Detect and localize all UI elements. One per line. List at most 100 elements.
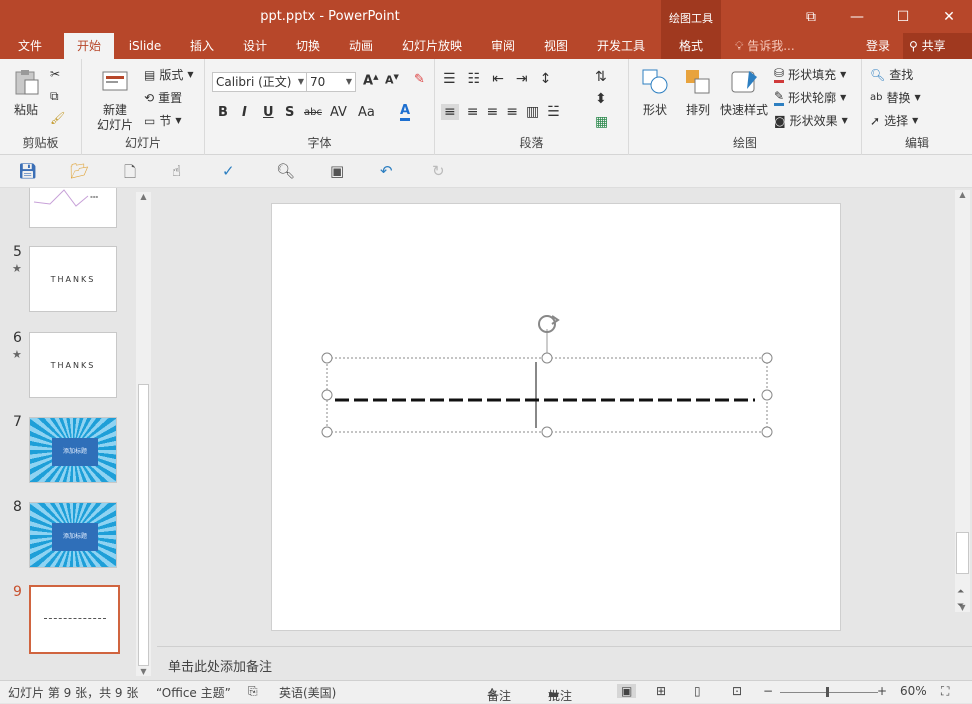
prev-slide-icon[interactable]: ⏶	[957, 586, 964, 598]
tab-developer[interactable]: 开发工具	[588, 33, 654, 59]
editor-scroll-thumb[interactable]	[956, 532, 969, 574]
clear-format-icon[interactable]: ✎	[414, 72, 425, 87]
thumbnail-scrollbar[interactable]: ▲ ▼	[136, 192, 151, 676]
decrease-indent-icon[interactable]: ⇤	[492, 71, 504, 87]
undo-icon[interactable]: ↶	[380, 162, 393, 180]
zoom-out-button[interactable]: −	[763, 684, 773, 698]
reading-view-icon[interactable]: ▯	[694, 684, 701, 698]
shape-outline-button[interactable]: ✎ 形状轮廓 ▼	[774, 89, 846, 106]
copy-button[interactable]: ⧉	[50, 89, 59, 104]
ribbon-display-icon[interactable]: ⧉	[788, 0, 834, 33]
slide-thumbnail-7[interactable]: 添加标题	[29, 417, 117, 483]
tab-transitions[interactable]: 切换	[284, 33, 332, 59]
increase-indent-icon[interactable]: ⇥	[516, 71, 528, 87]
rotate-handle-icon[interactable]	[538, 315, 560, 333]
tab-view[interactable]: 视图	[532, 33, 580, 59]
slide-sorter-icon[interactable]: ⊞	[656, 684, 666, 698]
new-slide-button[interactable]: 新建 幻灯片	[90, 67, 140, 133]
tab-review[interactable]: 审阅	[479, 33, 527, 59]
layout-button[interactable]: ▤ 版式 ▼	[144, 66, 194, 83]
format-painter-button[interactable]: 🖌︎	[50, 111, 65, 125]
scroll-down-icon[interactable]: ▼	[136, 667, 151, 676]
shape-fill-button[interactable]: ⛁ 形状填充 ▼	[774, 66, 846, 83]
align-text-icon[interactable]: ⬍	[595, 91, 607, 107]
strikethrough-icon[interactable]: abc	[304, 107, 322, 118]
maximize-button[interactable]: ☐	[880, 0, 926, 33]
resize-handle[interactable]	[541, 352, 553, 364]
tab-slideshow[interactable]: 幻灯片放映	[393, 33, 471, 59]
tab-home[interactable]: 开始	[64, 33, 114, 59]
current-slide[interactable]	[271, 203, 841, 631]
find-button[interactable]: 🔍︎ 查找	[870, 66, 913, 83]
scroll-up-icon[interactable]: ▲	[136, 192, 151, 201]
fit-to-window-icon[interactable]: ⛶	[941, 684, 949, 699]
redo-icon[interactable]: ↻	[432, 162, 445, 180]
tab-islide[interactable]: iSlide	[120, 33, 170, 59]
close-button[interactable]: ✕	[926, 0, 972, 33]
font-size-select[interactable]: 70 ▼	[306, 72, 356, 92]
numbering-icon[interactable]: ☷	[468, 71, 481, 87]
italic-icon[interactable]: I	[242, 105, 247, 120]
replace-button[interactable]: ab 替换 ▼	[870, 89, 921, 106]
scroll-up-icon[interactable]: ▲	[955, 190, 970, 199]
resize-handle[interactable]	[321, 352, 333, 364]
cut-button[interactable]: ✂	[50, 67, 60, 81]
resize-handle[interactable]	[761, 426, 773, 438]
select-button[interactable]: ➚ 选择 ▼	[870, 112, 918, 129]
thumbnail-scroll-thumb[interactable]	[138, 384, 149, 666]
slide-thumbnail-5[interactable]: THANKS	[29, 246, 117, 312]
touch-mode-icon[interactable]: ☝	[172, 162, 181, 180]
section-button[interactable]: ▭ 节 ▼	[144, 112, 182, 129]
zoom-level[interactable]: 60%	[900, 684, 927, 698]
line-spacing-icon[interactable]: ↕	[540, 71, 552, 87]
resize-handle[interactable]	[541, 426, 553, 438]
new-document-icon[interactable]: 🗋	[124, 162, 136, 187]
normal-view-icon[interactable]: ▣	[617, 684, 637, 698]
text-direction-icon[interactable]: ⇅	[595, 69, 607, 85]
zoom-slider[interactable]	[780, 687, 878, 697]
justify-icon[interactable]: ≡	[506, 104, 518, 120]
shapes-button[interactable]: 形状	[635, 67, 675, 118]
smartart-icon[interactable]: ▦	[595, 114, 608, 130]
align-right-icon[interactable]: ≡	[486, 104, 498, 120]
spelling-icon[interactable]: ✓	[222, 162, 235, 180]
share-button[interactable]: ⚲ 共享	[903, 33, 972, 59]
editor-scrollbar[interactable]: ▲ ▼	[955, 190, 970, 612]
next-slide-icon[interactable]: ⏷	[957, 600, 964, 612]
slideshow-view-icon[interactable]: ⊡	[732, 684, 742, 698]
tab-file[interactable]: 文件	[4, 33, 56, 59]
language-label[interactable]: 英语(美国)	[279, 684, 336, 701]
bullets-icon[interactable]: ☰	[443, 71, 456, 87]
shape-effects-button[interactable]: ◙ 形状效果 ▼	[774, 112, 848, 129]
font-name-select[interactable]: Calibri (正文) ▼	[212, 72, 308, 92]
spell-check-icon[interactable]: ⎘	[248, 684, 258, 699]
tab-insert[interactable]: 插入	[178, 33, 226, 59]
tab-design[interactable]: 设计	[231, 33, 279, 59]
zoom-in-button[interactable]: +	[877, 684, 887, 698]
tell-me-box[interactable]: 💡︎ 告诉我...	[735, 33, 795, 59]
resize-handle[interactable]	[321, 426, 333, 438]
char-spacing-icon[interactable]: AV	[330, 105, 347, 120]
columns-icon[interactable]: ☱	[547, 104, 560, 120]
login-link[interactable]: 登录	[866, 33, 890, 59]
align-center-icon[interactable]: ≡	[467, 104, 479, 120]
slide-thumbnail-8[interactable]: 添加标题	[29, 502, 117, 568]
font-color-icon[interactable]: A	[400, 103, 411, 121]
save-icon[interactable]: 💾︎	[18, 162, 37, 180]
arrange-button[interactable]: 排列	[678, 67, 718, 118]
shrink-font-icon[interactable]: A▼	[385, 73, 399, 87]
minimize-button[interactable]: —	[834, 0, 880, 33]
paste-button[interactable]: 粘贴	[8, 67, 44, 118]
tab-animations[interactable]: 动画	[337, 33, 385, 59]
resize-handle[interactable]	[321, 389, 333, 401]
underline-icon[interactable]: U	[263, 105, 274, 120]
resize-handle[interactable]	[761, 389, 773, 401]
print-preview-icon[interactable]: 🔍︎	[276, 162, 295, 180]
change-case-icon[interactable]: Aa	[358, 105, 375, 120]
distributed-icon[interactable]: ▥	[526, 104, 539, 120]
quick-styles-button[interactable]: 快速样式	[717, 67, 771, 118]
reset-button[interactable]: ⟲ 重置	[144, 89, 182, 106]
slide-thumbnail-4-partial[interactable]: ▪▪▪	[29, 188, 117, 228]
align-left-icon[interactable]: ≡	[441, 104, 459, 120]
open-folder-icon[interactable]: 📂︎	[70, 162, 89, 180]
